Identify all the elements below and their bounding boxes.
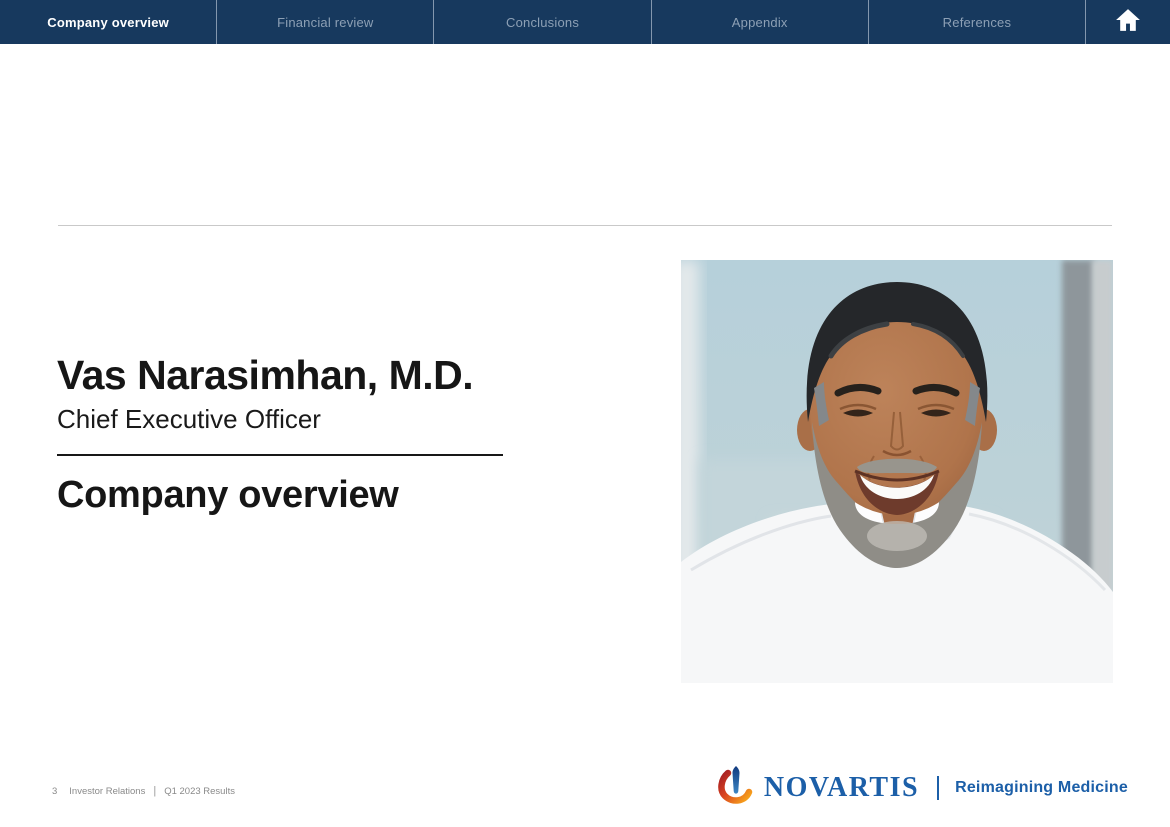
footer-label: Investor Relations <box>69 786 145 797</box>
speaker-role: Chief Executive Officer <box>57 404 321 435</box>
tab-label: References <box>943 15 1011 30</box>
tab-financial-review[interactable]: Financial review <box>217 0 434 44</box>
tab-label: Financial review <box>277 15 373 30</box>
top-divider-line <box>58 225 1112 226</box>
page-title: Company overview <box>57 474 399 517</box>
brand-separator <box>937 776 939 800</box>
home-button[interactable] <box>1086 0 1170 44</box>
tab-label: Company overview <box>47 15 169 30</box>
tab-references[interactable]: References <box>869 0 1086 44</box>
speaker-name: Vas Narasimhan, M.D. <box>57 352 473 399</box>
tab-label: Conclusions <box>506 15 579 30</box>
tab-appendix[interactable]: Appendix <box>652 0 869 44</box>
tab-conclusions[interactable]: Conclusions <box>434 0 651 44</box>
novartis-flame-icon <box>718 765 754 812</box>
brand-tagline: Reimagining Medicine <box>955 779 1128 797</box>
tab-company-overview[interactable]: Company overview <box>0 0 217 44</box>
footer-left: 3 Investor Relations | Q1 2023 Results <box>52 785 235 797</box>
home-icon <box>1115 8 1141 37</box>
ceo-portrait-photo <box>681 260 1113 683</box>
novartis-brand-lockup: NOVARTIS Reimagining Medicine <box>718 764 1128 812</box>
title-divider-line <box>57 454 503 456</box>
footer-divider: | <box>153 785 156 797</box>
brand-wordmark: NOVARTIS <box>764 772 919 804</box>
tab-label: Appendix <box>732 15 788 30</box>
top-navigation: Company overview Financial review Conclu… <box>0 0 1170 44</box>
page-number: 3 <box>52 786 57 797</box>
footer-context: Q1 2023 Results <box>164 786 235 797</box>
